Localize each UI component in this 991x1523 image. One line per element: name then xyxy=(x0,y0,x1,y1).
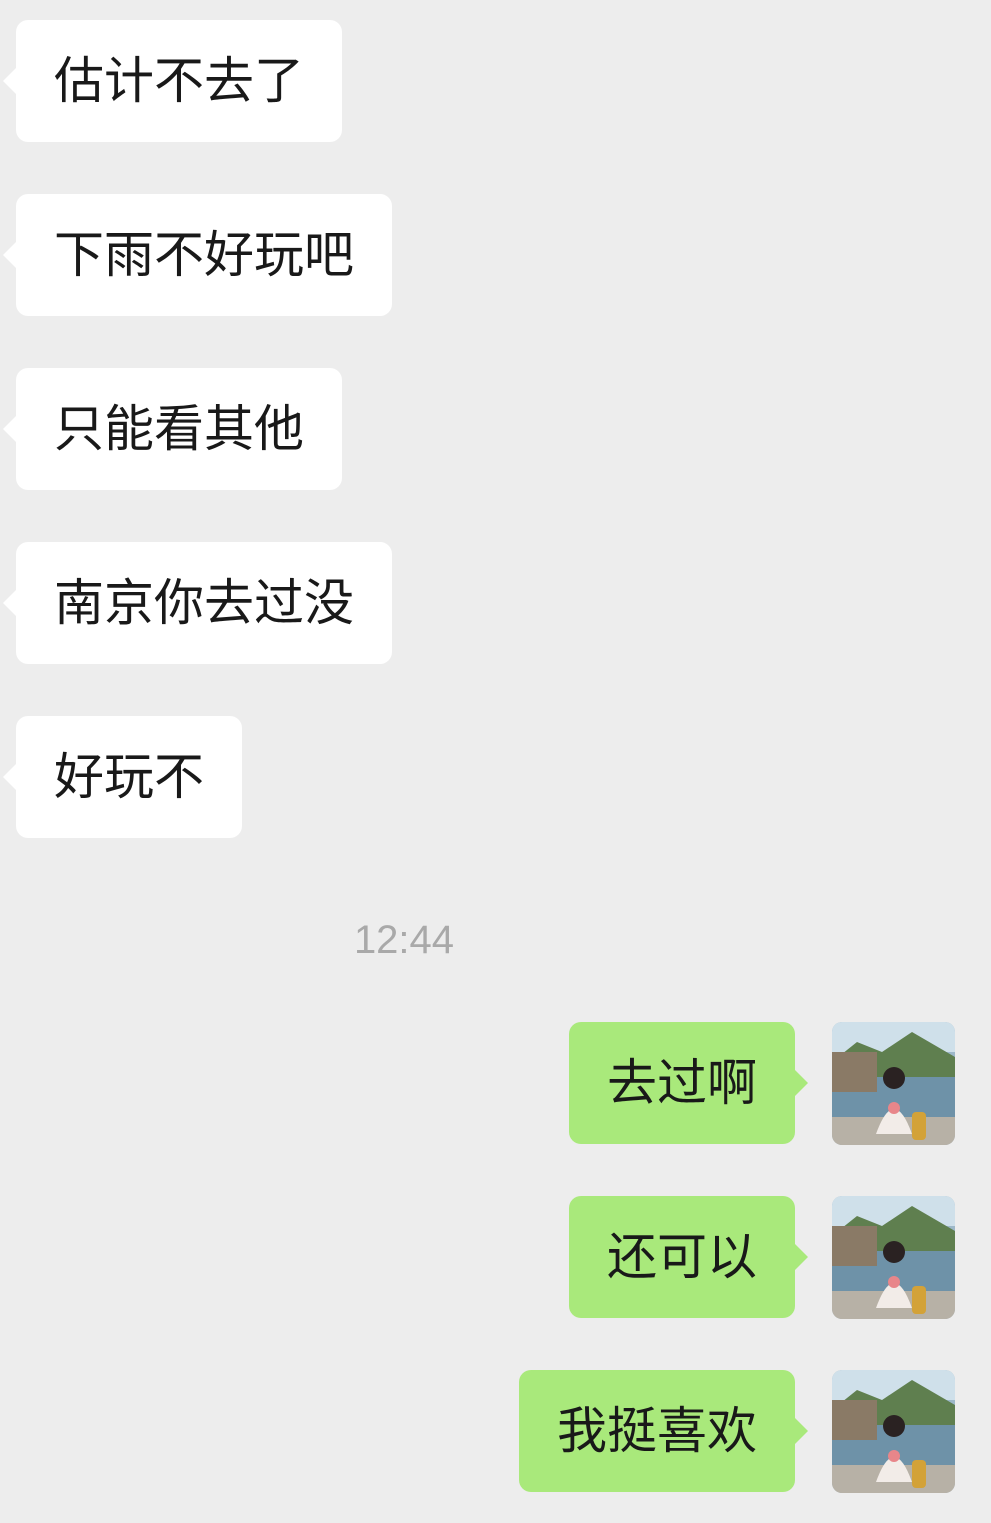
user-avatar[interactable] xyxy=(832,1022,955,1145)
message-text: 还可以 xyxy=(607,1228,757,1286)
user-avatar[interactable] xyxy=(832,1370,955,1493)
incoming-message[interactable]: 好玩不 xyxy=(3,716,242,838)
message-text: 好玩不 xyxy=(54,748,204,806)
message-text: 去过啊 xyxy=(607,1054,757,1112)
incoming-message[interactable]: 南京你去过没 xyxy=(3,542,392,664)
outgoing-message[interactable]: 我挺喜欢 xyxy=(519,1370,808,1492)
incoming-message[interactable]: 估计不去了 xyxy=(3,20,342,142)
incoming-message[interactable]: 下雨不好玩吧 xyxy=(3,194,392,316)
outgoing-message[interactable]: 还可以 xyxy=(569,1196,808,1318)
message-text: 我挺喜欢 xyxy=(557,1402,757,1460)
message-text: 估计不去了 xyxy=(54,52,304,110)
message-text: 下雨不好玩吧 xyxy=(54,226,354,284)
incoming-message[interactable]: 只能看其他 xyxy=(3,368,342,490)
message-timestamp: 12:44 xyxy=(353,918,455,962)
user-avatar[interactable] xyxy=(832,1196,955,1319)
outgoing-message[interactable]: 去过啊 xyxy=(569,1022,808,1144)
message-text: 只能看其他 xyxy=(54,400,304,458)
message-text: 南京你去过没 xyxy=(54,574,354,632)
chat-window: 估计不去了 下雨不好玩吧 只能看其他 南京你去过没 好玩不 12:44 去过啊 … xyxy=(0,0,991,1523)
